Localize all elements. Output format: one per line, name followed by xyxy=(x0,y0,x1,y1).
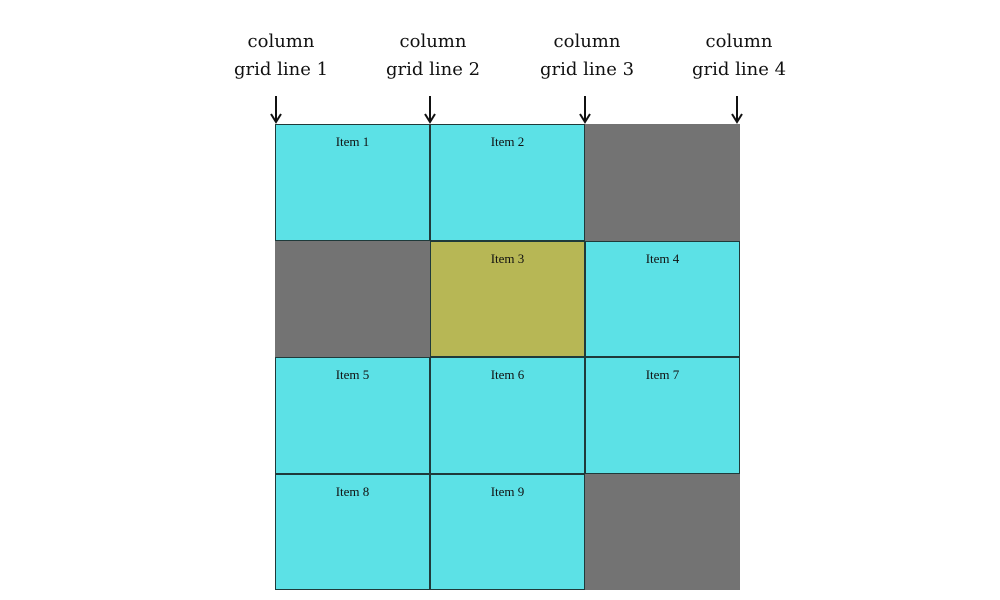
grid-item-3: Item 3 xyxy=(430,240,585,357)
label-line2: grid line 3 xyxy=(539,59,635,80)
grid-line-label-1: column grid line 1 xyxy=(211,28,351,84)
label-line1: column xyxy=(399,31,467,52)
grid-container: Item 1 Item 2 Item 3 Item 4 Item 5 Item 6 Item… xyxy=(275,124,740,590)
down-arrow-icon xyxy=(579,96,591,124)
grid-line-label-4: column grid line 4 xyxy=(669,28,809,84)
grid-item-7: Item 7 xyxy=(585,357,740,474)
down-arrow-icon xyxy=(731,96,743,124)
label-line1: column xyxy=(247,31,315,52)
grid-line-label-2: column grid line 2 xyxy=(363,28,503,84)
grid-item-8: Item 8 xyxy=(275,473,430,590)
down-arrow-icon xyxy=(270,96,282,124)
grid-item-6: Item 6 xyxy=(430,357,585,474)
grid-item-4: Item 4 xyxy=(585,240,740,357)
grid-item-2: Item 2 xyxy=(430,124,585,241)
label-line2: grid line 4 xyxy=(691,59,787,80)
grid-item-5: Item 5 xyxy=(275,357,430,474)
label-line2: grid line 2 xyxy=(385,59,481,80)
down-arrow-icon xyxy=(424,96,436,124)
grid-item-9: Item 9 xyxy=(430,473,585,590)
label-line2: grid line 1 xyxy=(233,59,329,80)
grid-item-1: Item 1 xyxy=(275,124,430,241)
label-line1: column xyxy=(705,31,773,52)
label-line1: column xyxy=(553,31,621,52)
grid-line-label-3: column grid line 3 xyxy=(517,28,657,84)
